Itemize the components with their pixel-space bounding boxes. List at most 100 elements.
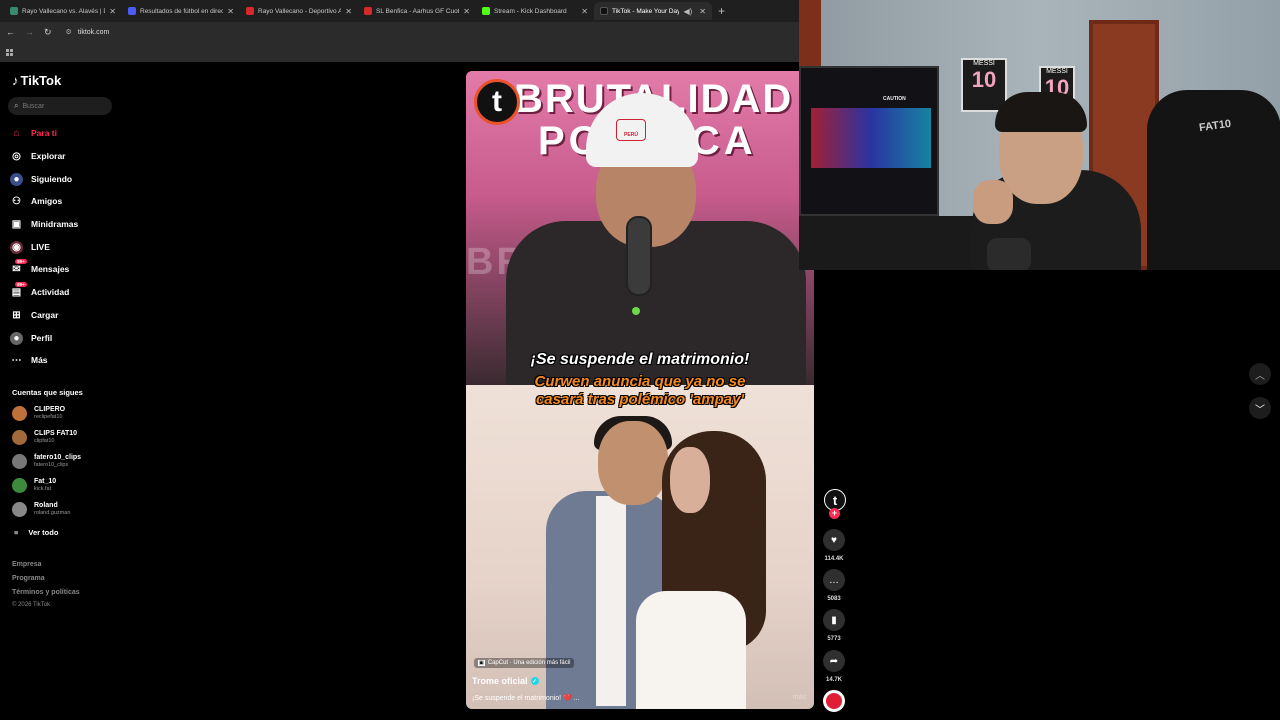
sidebar-item-explorar[interactable]: ◎ Explorar xyxy=(10,148,65,164)
list-icon: ≡ xyxy=(14,528,19,537)
footer-link-programa[interactable]: Programa xyxy=(12,575,45,582)
tab-favicon-icon xyxy=(10,7,18,15)
streamer-hair xyxy=(995,92,1087,132)
sidebar-item-label: Cargar xyxy=(31,310,59,320)
profile-icon: ● xyxy=(10,331,23,345)
save-count: 5773 xyxy=(827,636,841,642)
tab-favicon-icon xyxy=(246,7,254,15)
account-handle: reclipefat10 xyxy=(34,413,63,420)
browser-tab[interactable]: Rayo Vallecano vs. Alavés | Dire ✕ xyxy=(4,2,122,20)
search-input[interactable]: ⌕ Buscar xyxy=(8,97,112,115)
compass-icon: ◎ xyxy=(12,150,21,162)
following-account[interactable]: Fat_10 kick.fat xyxy=(12,475,56,495)
following-account[interactable]: Roland roland.guzman xyxy=(12,499,70,519)
sidebar-item-minidramas[interactable]: ▣ Minidramas xyxy=(10,216,78,232)
sidebar-item-mensajes[interactable]: ✉ 99+ Mensajes xyxy=(10,258,69,277)
sidebar-item-label: Amigos xyxy=(31,196,63,206)
sidebar-item-siguiendo[interactable]: ● Siguiendo xyxy=(10,171,72,187)
sidebar-item-actividad[interactable]: ▤ 99+ Actividad xyxy=(10,281,69,300)
sidebar-item-perfil[interactable]: ● Perfil xyxy=(10,330,52,346)
comment-button[interactable]: … xyxy=(823,569,845,591)
close-tab-icon[interactable]: ✕ xyxy=(699,7,706,16)
avatar xyxy=(12,501,27,517)
apps-grid-icon[interactable] xyxy=(6,48,13,56)
url-field[interactable]: ⚙ tiktok.com xyxy=(66,28,110,37)
account-handle: clipfat10 xyxy=(34,437,55,444)
caption-sub-line-2: casará tras polémico 'ampay' xyxy=(535,391,745,408)
close-tab-icon[interactable]: ✕ xyxy=(227,7,234,16)
site-info-icon[interactable]: ⚙ xyxy=(66,28,72,36)
forward-icon[interactable]: → xyxy=(25,27,34,37)
share-button[interactable]: ➦ xyxy=(823,650,845,672)
streamer-hand xyxy=(973,180,1013,224)
sidebar-item-label: LIVE xyxy=(31,242,50,252)
following-account[interactable]: CLIPERO reclipefat10 xyxy=(12,403,65,423)
capcut-tag[interactable]: ▣ CapCut · Una edición más fácil xyxy=(474,658,575,668)
browser-tab[interactable]: Rayo Vallecano - Deportivo Ala ✕ xyxy=(240,2,358,20)
sidebar-item-amigos[interactable]: ⚇ Amigos xyxy=(10,193,62,209)
sidebar-item-label: Siguiendo xyxy=(31,174,73,184)
more-link[interactable]: más xyxy=(793,694,806,701)
browser-tab-active[interactable]: TikTok - Make Your Day ◀) ✕ xyxy=(594,2,712,20)
tab-strip: Rayo Vallecano vs. Alavés | Dire ✕ Result… xyxy=(0,0,800,22)
browser-tab[interactable]: Resultados de fútbol en directo ✕ xyxy=(122,2,240,20)
video-author[interactable]: Trome oficial ✓ xyxy=(472,676,539,686)
see-all-button[interactable]: ≡ Ver todo xyxy=(14,528,58,537)
pc-label: CAUTION xyxy=(883,96,906,102)
jersey-frame: MESSI 10 xyxy=(961,58,1007,112)
music-disc-icon[interactable] xyxy=(823,690,845,712)
account-name: CLIPS FAT10 xyxy=(34,429,78,437)
sidebar-item-mas[interactable]: ⋯ Más xyxy=(10,352,48,368)
following-account[interactable]: fatero10_clips fatero10_clips xyxy=(12,451,81,471)
bookmarks-bar xyxy=(0,42,800,62)
back-icon[interactable]: ← xyxy=(6,27,15,37)
heart-icon: ♥ xyxy=(831,534,837,546)
account-handle: fatero10_clips xyxy=(34,461,69,468)
pc-tower: CAUTION xyxy=(799,66,939,216)
address-bar: ← → ↻ ⚙ tiktok.com xyxy=(0,22,800,42)
rgb-glow xyxy=(811,108,931,168)
sidebar-item-cargar[interactable]: ⊞ Cargar xyxy=(10,307,58,323)
account-handle: kick.fat xyxy=(34,485,52,492)
account-name: CLIPERO xyxy=(34,405,66,413)
new-tab-icon[interactable]: + xyxy=(718,4,725,18)
following-icon: ● xyxy=(10,172,23,186)
tab-favicon-icon xyxy=(482,7,490,15)
footer-link-terminos[interactable]: Términos y políticas xyxy=(12,589,80,596)
video-player[interactable]: BRUTALIDA BRUTALIDAD POLÍTICA PERÚ t ¡Se… xyxy=(466,71,814,709)
browser-tab[interactable]: SL Benfica - Aarhus GF Cuotas ✕ xyxy=(358,2,476,20)
account-name: Roland xyxy=(34,501,58,509)
streamer-microphone xyxy=(987,238,1031,270)
audio-icon[interactable]: ◀) xyxy=(683,7,692,16)
reload-icon[interactable]: ↻ xyxy=(44,27,52,38)
like-count: 114.4K xyxy=(824,556,844,562)
url-text: tiktok.com xyxy=(77,28,110,36)
footer-link-empresa[interactable]: Empresa xyxy=(12,561,42,568)
tiktok-logo[interactable]: ♪ TikTok xyxy=(12,73,61,88)
like-button[interactable]: ♥ xyxy=(823,529,845,551)
tab-favicon-icon xyxy=(364,7,372,15)
sidebar-item-para-ti[interactable]: ⌂ Para ti xyxy=(10,125,57,141)
browser-tab[interactable]: Stream - Kick Dashboard ✕ xyxy=(476,2,594,20)
close-tab-icon[interactable]: ✕ xyxy=(345,7,352,16)
chevron-up-icon: ︿ xyxy=(1255,370,1265,382)
capcut-icon: ▣ xyxy=(478,660,485,666)
following-account[interactable]: CLIPS FAT10 clipfat10 xyxy=(12,427,77,447)
next-video-button[interactable]: ﹀ xyxy=(1249,397,1271,419)
follow-plus-icon[interactable]: + xyxy=(829,508,840,519)
sidebar-item-live[interactable]: ◉ LIVE xyxy=(10,239,50,255)
jersey-number: 10 xyxy=(971,67,997,92)
microphone xyxy=(626,216,652,296)
account-name: Fat_10 xyxy=(34,477,57,485)
groom-shirt xyxy=(596,496,626,706)
close-tab-icon[interactable]: ✕ xyxy=(463,7,470,16)
close-tab-icon[interactable]: ✕ xyxy=(109,7,116,16)
save-button[interactable]: ▮ xyxy=(823,609,845,631)
home-icon: ⌂ xyxy=(13,127,20,139)
close-tab-icon[interactable]: ✕ xyxy=(581,7,588,16)
video-top-frame: BRUTALIDA BRUTALIDAD POLÍTICA PERÚ t xyxy=(466,71,814,391)
jersey-name: MESSI xyxy=(1046,68,1068,75)
bookmark-icon: ▮ xyxy=(831,614,837,626)
previous-video-button[interactable]: ︿ xyxy=(1249,363,1271,385)
comment-count: 5083 xyxy=(827,596,841,602)
